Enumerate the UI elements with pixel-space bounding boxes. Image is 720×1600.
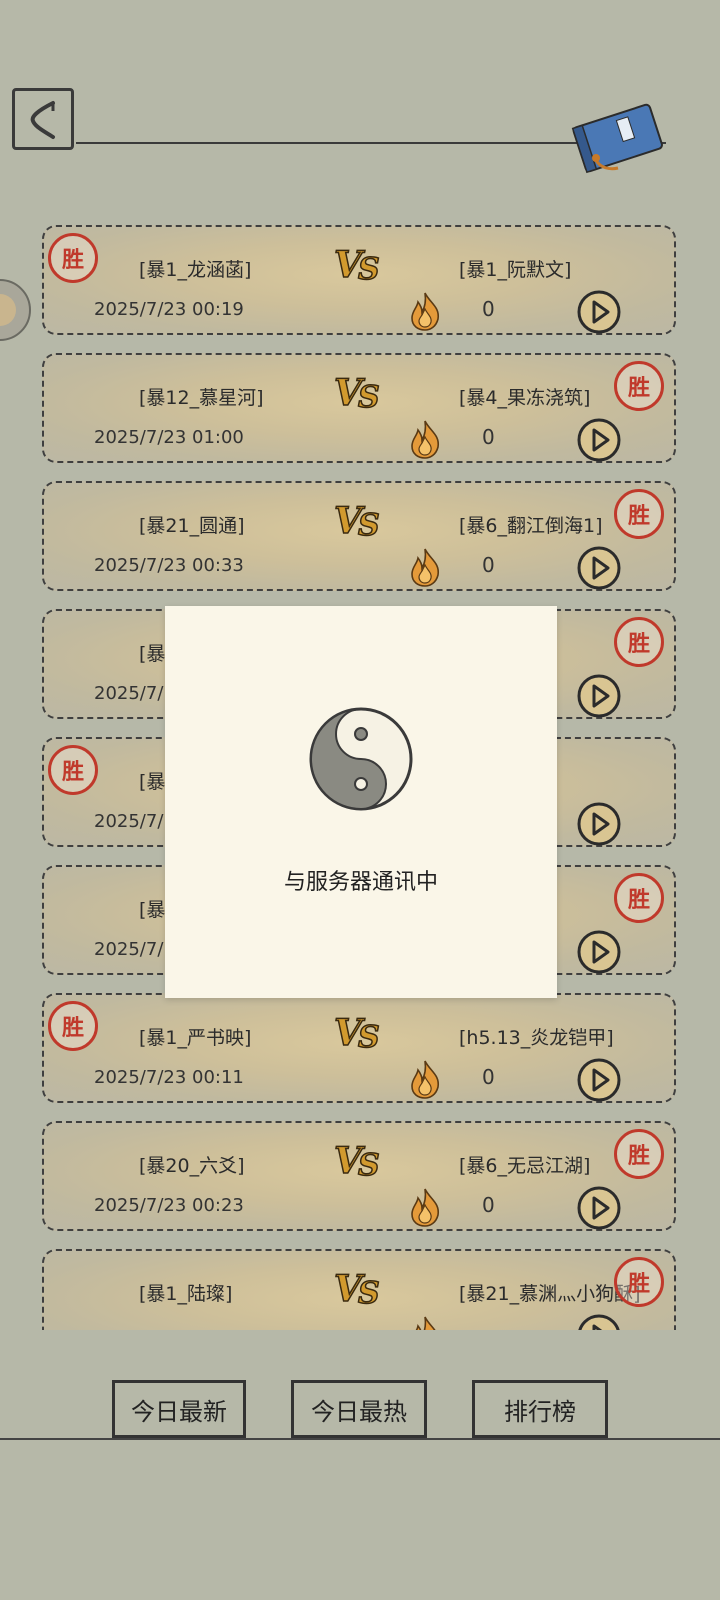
vs-icon: VS xyxy=(332,497,388,544)
vs-icon: VS xyxy=(332,1009,388,1056)
loading-dialog: 与服务器通讯中 xyxy=(165,606,557,998)
fire-icon xyxy=(406,547,444,587)
match-card[interactable]: [暴12_慕星河] V S [暴4_果冻浇筑] 2025/7/23 01:00 0 胜 xyxy=(42,353,676,463)
win-badge: 胜 xyxy=(614,489,664,539)
scroll-book-icon[interactable] xyxy=(566,98,676,178)
bottom-divider xyxy=(0,1438,720,1440)
svg-text:S: S xyxy=(358,1276,380,1309)
fire-icon xyxy=(406,1187,444,1227)
svg-text:S: S xyxy=(358,380,380,413)
back-chevron-icon xyxy=(30,101,55,139)
play-replay-button[interactable] xyxy=(576,1185,622,1231)
win-badge: 胜 xyxy=(48,233,98,283)
vs-icon: VS xyxy=(332,241,388,288)
heat-count: 0 xyxy=(482,1193,495,1217)
play-replay-button[interactable] xyxy=(576,1313,622,1330)
left-player-name: [暴1_龙涵菡] xyxy=(139,259,252,281)
left-player-name: [暴1_严书映] xyxy=(139,1027,252,1049)
heat-count: 0 xyxy=(482,425,495,449)
back-button[interactable] xyxy=(12,88,74,150)
match-card[interactable]: [暴1_陆璨] V S [暴21_慕渊灬小狗酥] 胜 xyxy=(42,1249,676,1330)
svg-text:S: S xyxy=(358,1020,380,1053)
play-replay-button[interactable] xyxy=(576,929,622,975)
match-date: 2025/7/23 00:33 xyxy=(94,555,244,576)
match-card[interactable]: [暴1_严书映] V S [h5.13_炎龙铠甲] 2025/7/23 00:11 0 胜 xyxy=(42,993,676,1103)
win-badge: 胜 xyxy=(614,1129,664,1179)
play-replay-button[interactable] xyxy=(576,417,622,463)
svg-text:S: S xyxy=(358,508,380,541)
win-badge: 胜 xyxy=(48,745,98,795)
top-bar xyxy=(0,0,720,180)
vs-icon: VS xyxy=(332,1265,388,1312)
left-player-name: [暴21_圆通] xyxy=(139,515,245,537)
win-badge: 胜 xyxy=(614,873,664,923)
match-card[interactable]: [暴1_龙涵菡] V S [暴1_阮默文] 2025/7/23 00:19 0 胜 xyxy=(42,225,676,335)
match-date: 2025/7/ xyxy=(94,683,164,704)
play-replay-button[interactable] xyxy=(576,1057,622,1103)
yin-yang-icon xyxy=(309,707,413,811)
heat-count: 0 xyxy=(482,1065,495,1089)
bottom-tabs: 今日最新 今日最热 排行榜 xyxy=(0,1380,720,1460)
fire-icon xyxy=(406,1059,444,1099)
win-badge: 胜 xyxy=(48,1001,98,1051)
svg-text:S: S xyxy=(358,252,380,285)
left-player-name: [暴12_慕星河] xyxy=(139,387,264,409)
left-player-name: [暴1_陆璨] xyxy=(139,1283,233,1305)
fire-icon xyxy=(406,291,444,331)
right-player-name: [暴1_阮默文] xyxy=(459,259,572,281)
match-date: 2025/7/23 01:00 xyxy=(94,427,244,448)
vs-icon: VS xyxy=(332,1137,388,1184)
tab-today-hottest[interactable]: 今日最热 xyxy=(291,1380,427,1438)
play-replay-button[interactable] xyxy=(576,673,622,719)
left-player-name: [暴20_六爻] xyxy=(139,1155,245,1177)
win-badge: 胜 xyxy=(614,617,664,667)
svg-text:S: S xyxy=(358,1148,380,1181)
match-date: 2025/7/23 00:23 xyxy=(94,1195,244,1216)
tab-today-latest[interactable]: 今日最新 xyxy=(112,1380,246,1438)
play-replay-button[interactable] xyxy=(576,545,622,591)
heat-count: 0 xyxy=(482,297,495,321)
vs-icon: VS xyxy=(332,369,388,416)
match-card[interactable]: [暴20_六爻] V S [暴6_无忌江湖] 2025/7/23 00:23 0 胜 xyxy=(42,1121,676,1231)
heat-count: 0 xyxy=(482,553,495,577)
play-replay-button[interactable] xyxy=(576,289,622,335)
match-date: 2025/7/ xyxy=(94,811,164,832)
match-date: 2025/7/ xyxy=(94,939,164,960)
match-date: 2025/7/23 00:11 xyxy=(94,1067,244,1088)
play-replay-button[interactable] xyxy=(576,801,622,847)
win-badge: 胜 xyxy=(614,1257,664,1307)
right-player-name: [暴6_无忌江湖] xyxy=(459,1155,591,1177)
right-player-name: [暴6_翻江倒海1] xyxy=(459,515,603,537)
right-player-name: [暴4_果冻浇筑] xyxy=(459,387,591,409)
fire-icon xyxy=(406,1315,444,1330)
loading-text: 与服务器通讯中 xyxy=(283,870,438,895)
tab-ranking[interactable]: 排行榜 xyxy=(472,1380,608,1438)
fire-icon xyxy=(406,419,444,459)
match-card[interactable]: [暴21_圆通] V S [暴6_翻江倒海1] 2025/7/23 00:33 0 胜 xyxy=(42,481,676,591)
right-player-name: [h5.13_炎龙铠甲] xyxy=(459,1027,614,1049)
win-badge: 胜 xyxy=(614,361,664,411)
match-date: 2025/7/23 00:19 xyxy=(94,299,244,320)
